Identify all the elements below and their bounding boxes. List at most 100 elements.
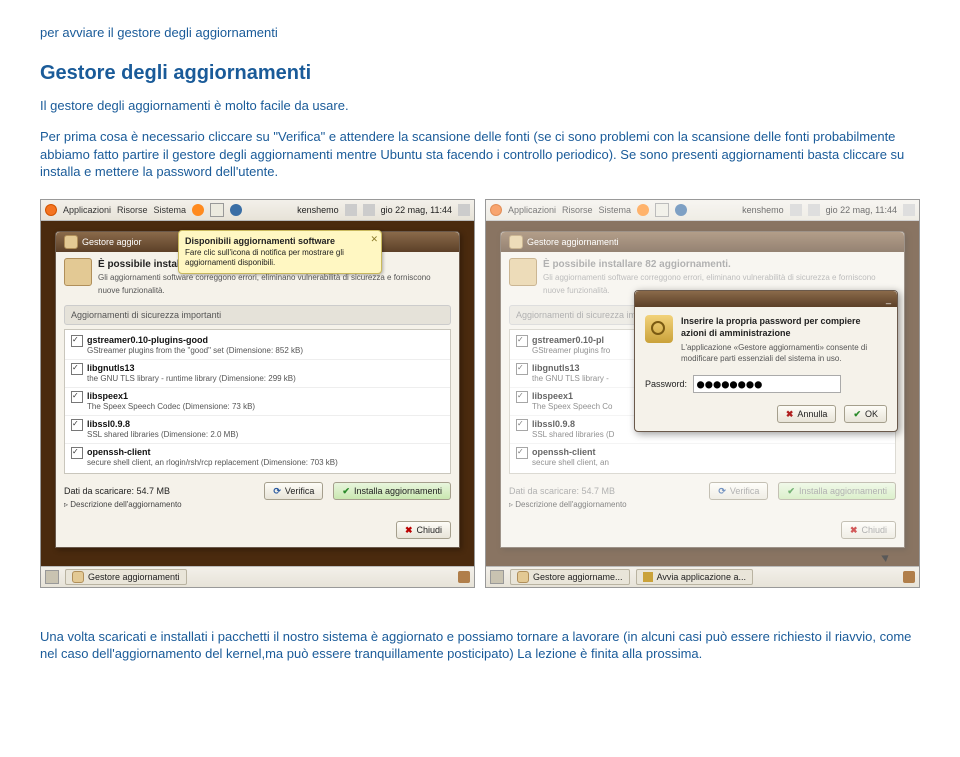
list-item[interactable]: libgnutls13 the GNU TLS library - runtim…	[65, 360, 450, 388]
update-notify-icon[interactable]	[790, 204, 802, 216]
update-tooltip: ✕ Disponibili aggiornamenti software Far…	[178, 230, 382, 274]
update-desc: the GNU TLS library - runtime library (D…	[87, 374, 296, 385]
update-desc: the GNU TLS library -	[532, 374, 609, 385]
window-subline: Gli aggiornamenti software correggono er…	[98, 273, 431, 295]
window-icon	[64, 235, 78, 249]
cancel-icon: ✖	[786, 408, 794, 420]
install-button-label: Installa aggiornamenti	[354, 485, 442, 497]
menu-resources[interactable]: Risorse	[117, 204, 148, 216]
menu-system[interactable]: Sistema	[154, 204, 187, 216]
update-notify-icon[interactable]	[345, 204, 357, 216]
close-icon[interactable]: _	[886, 293, 891, 305]
download-size-label: Dati da scaricare: 54.7 MB	[64, 485, 170, 497]
cancel-button-label: Annulla	[797, 408, 827, 420]
update-name: libspeex1	[532, 390, 613, 402]
section-heading: Gestore degli aggiornamenti	[40, 60, 920, 87]
sound-icon[interactable]	[363, 204, 375, 216]
taskbar-item[interactable]: Avvia applicazione a...	[636, 569, 753, 585]
install-button: ✔Installa aggiornamenti	[778, 482, 896, 500]
screenshot-right: Applicazioni Risorse Sistema kenshemo gi…	[485, 199, 920, 588]
ok-button[interactable]: ✔OK	[844, 405, 887, 423]
verify-button-label: Verifica	[285, 485, 315, 497]
close-icon: ✖	[405, 524, 413, 536]
mail-icon[interactable]	[210, 203, 224, 217]
mail-icon[interactable]	[655, 203, 669, 217]
checkbox[interactable]	[71, 335, 83, 347]
tooltip-body: Fare clic sull'icona di notifica per mos…	[185, 248, 344, 268]
update-name: libspeex1	[87, 390, 255, 402]
package-icon	[64, 258, 92, 286]
checkbox[interactable]	[71, 419, 83, 431]
list-item[interactable]: libspeex1 The Speex Speech Codec (Dimens…	[65, 388, 450, 416]
package-icon	[509, 258, 537, 286]
update-name: gstreamer0.10-plugins-good	[87, 334, 303, 346]
close-button-label: Chiudi	[416, 524, 442, 536]
update-desc: SSL shared libraries (D	[532, 430, 614, 441]
password-label: Password:	[645, 378, 687, 390]
checkbox[interactable]	[71, 391, 83, 403]
description-toggle: ▹ Descrizione dell'aggiornamento	[509, 500, 896, 511]
update-name: openssh-client	[87, 446, 338, 458]
window-title: Gestore aggior	[82, 236, 142, 248]
firefox-icon[interactable]	[637, 204, 649, 216]
update-name: libssl0.9.8	[87, 418, 238, 430]
window-titlebar[interactable]: Gestore aggiornamenti	[501, 232, 904, 252]
update-desc: GStreamer plugins fro	[532, 346, 610, 357]
cancel-button[interactable]: ✖Annulla	[777, 405, 837, 423]
close-button-label: Chiudi	[861, 524, 887, 536]
intro-line: per avviare il gestore degli aggiornamen…	[40, 24, 920, 42]
close-button[interactable]: ✖Chiudi	[396, 521, 451, 539]
checkbox	[516, 363, 528, 375]
checkbox	[516, 419, 528, 431]
close-icon: ✖	[850, 524, 858, 536]
checkbox[interactable]	[71, 447, 83, 459]
update-name: libssl0.9.8	[532, 418, 614, 430]
description-toggle[interactable]: ▹ Descrizione dell'aggiornamento	[64, 500, 451, 511]
network-icon[interactable]	[903, 204, 915, 216]
sound-icon[interactable]	[808, 204, 820, 216]
close-button: ✖Chiudi	[841, 521, 896, 539]
menu-applications[interactable]: Applicazioni	[63, 204, 111, 216]
ok-button-label: OK	[865, 408, 878, 420]
firefox-icon[interactable]	[192, 204, 204, 216]
taskbar-item[interactable]: Gestore aggiornamenti	[65, 569, 187, 585]
show-desktop-icon[interactable]	[490, 570, 504, 584]
menu-system[interactable]: Sistema	[599, 204, 632, 216]
install-button[interactable]: ✔Installa aggiornamenti	[333, 482, 451, 500]
panel-user[interactable]: kenshemo	[297, 204, 339, 216]
password-field[interactable]	[693, 375, 841, 393]
panel-user[interactable]: kenshemo	[742, 204, 784, 216]
cursor-icon	[881, 552, 891, 562]
screenshot-left: Applicazioni Risorse Sistema kenshemo gi…	[40, 199, 475, 588]
help-icon[interactable]	[230, 204, 242, 216]
list-item[interactable]: libssl0.9.8 SSL shared libraries (Dimens…	[65, 416, 450, 444]
list-item[interactable]: gstreamer0.10-plugins-good GStreamer plu…	[65, 332, 450, 360]
checkbox	[516, 391, 528, 403]
trash-icon[interactable]	[458, 571, 470, 583]
check-icon: ✔	[787, 485, 795, 497]
verify-button[interactable]: ⟳Verifica	[264, 482, 323, 500]
key-icon	[645, 315, 673, 343]
window-icon	[509, 235, 523, 249]
list-item[interactable]: openssh-client secure shell client, an r…	[65, 444, 450, 471]
tooltip-title: Disponibili aggiornamenti software	[185, 236, 335, 246]
taskbar-item[interactable]: Gestore aggiorname...	[510, 569, 630, 585]
paragraph-2: Per prima cosa è necessario cliccare su …	[40, 128, 920, 181]
paragraph-1: Il gestore degli aggiornamenti è molto f…	[40, 97, 920, 115]
trash-icon[interactable]	[903, 571, 915, 583]
task-icon	[643, 572, 653, 582]
screenshots-row: Applicazioni Risorse Sistema kenshemo gi…	[40, 199, 920, 588]
menu-applications[interactable]: Applicazioni	[508, 204, 556, 216]
help-icon[interactable]	[675, 204, 687, 216]
show-desktop-icon[interactable]	[45, 570, 59, 584]
window-headline: È possibile installare 82 aggiornamenti.	[543, 259, 731, 270]
menu-resources[interactable]: Risorse	[562, 204, 593, 216]
tooltip-close-icon[interactable]: ✕	[370, 233, 378, 245]
checkbox[interactable]	[71, 363, 83, 375]
window-title: Gestore aggiornamenti	[527, 236, 619, 248]
update-name: gstreamer0.10-pl	[532, 334, 610, 346]
task-icon	[517, 571, 529, 583]
update-manager-window: Gestore aggior È possibile installare 82…	[55, 231, 460, 548]
network-icon[interactable]	[458, 204, 470, 216]
auth-title: Inserire la propria password per compier…	[681, 316, 861, 338]
